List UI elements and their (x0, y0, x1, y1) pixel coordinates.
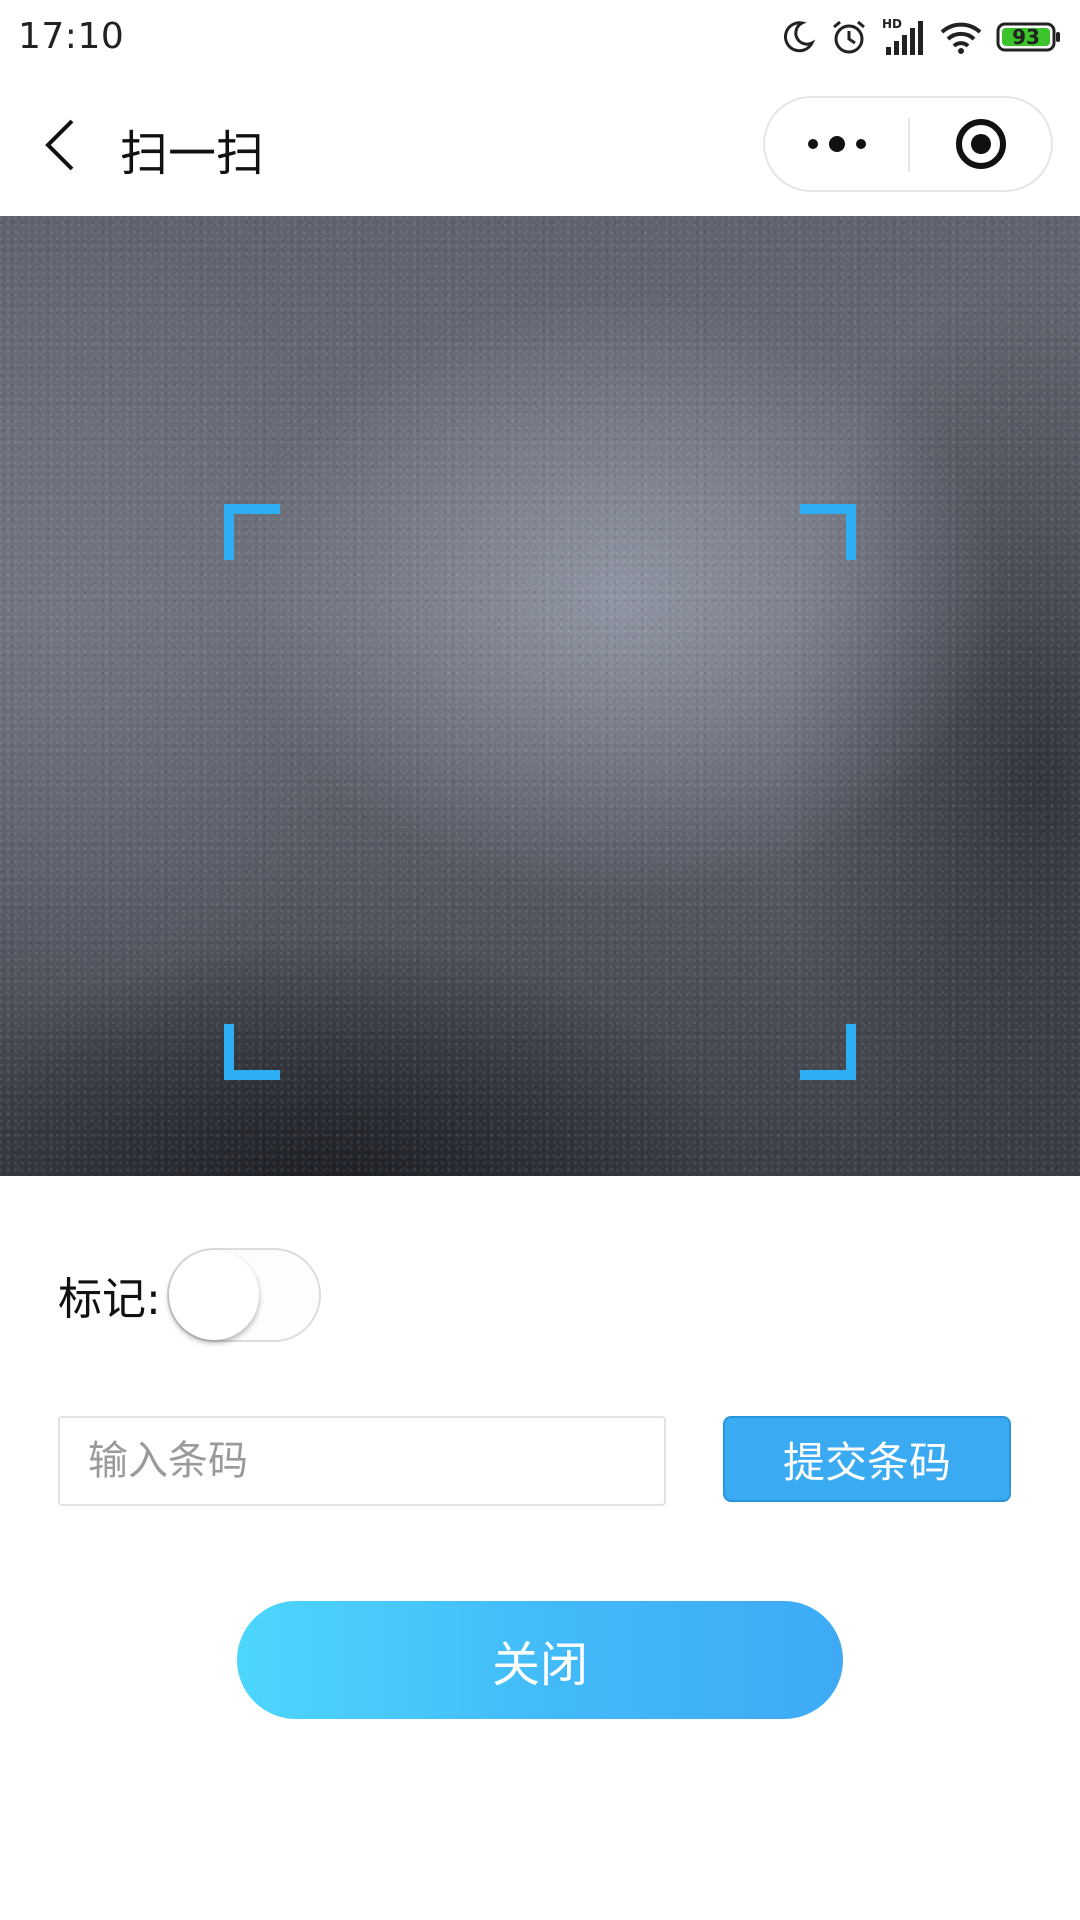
target-circle-icon (955, 119, 1006, 169)
mark-toggle-knob (168, 1250, 259, 1340)
status-icons: HD 93 (780, 14, 1062, 60)
alarm-icon (833, 20, 865, 54)
camera-texture (0, 216, 1080, 1176)
hd-signal-icon: HD (882, 17, 923, 55)
scan-frame-corner-bottom-right (800, 1024, 856, 1080)
submit-barcode-button[interactable]: 提交条码 (723, 1416, 1011, 1502)
scan-frame-corner-top-right (800, 504, 856, 560)
mark-row: 标记: (58, 1248, 321, 1342)
svg-text:HD: HD (882, 17, 902, 31)
mark-toggle[interactable] (166, 1248, 321, 1342)
miniprogram-close-button[interactable] (910, 98, 1051, 190)
page-title: 扫一扫 (120, 126, 265, 182)
barcode-input[interactable] (58, 1416, 666, 1506)
status-bar: 17:10 HD 93 (0, 0, 1080, 74)
moon-icon (783, 21, 816, 53)
back-button[interactable] (30, 108, 90, 182)
scan-frame-corner-bottom-left (224, 1024, 280, 1080)
status-time: 17:10 (18, 16, 125, 57)
mark-label: 标记: (58, 1274, 161, 1325)
more-dots-icon (807, 136, 866, 152)
svg-text:93: 93 (1012, 25, 1040, 49)
more-button[interactable] (765, 98, 908, 190)
battery-icon: 93 (996, 22, 1060, 52)
wifi-icon (940, 22, 982, 54)
chevron-left-icon (45, 119, 74, 171)
nav-bar: 扫一扫 (0, 74, 1080, 216)
close-button[interactable]: 关闭 (237, 1601, 843, 1719)
scan-frame-corner-top-left (224, 504, 280, 560)
camera-preview[interactable] (0, 216, 1080, 1176)
capsule-menu (763, 96, 1053, 192)
